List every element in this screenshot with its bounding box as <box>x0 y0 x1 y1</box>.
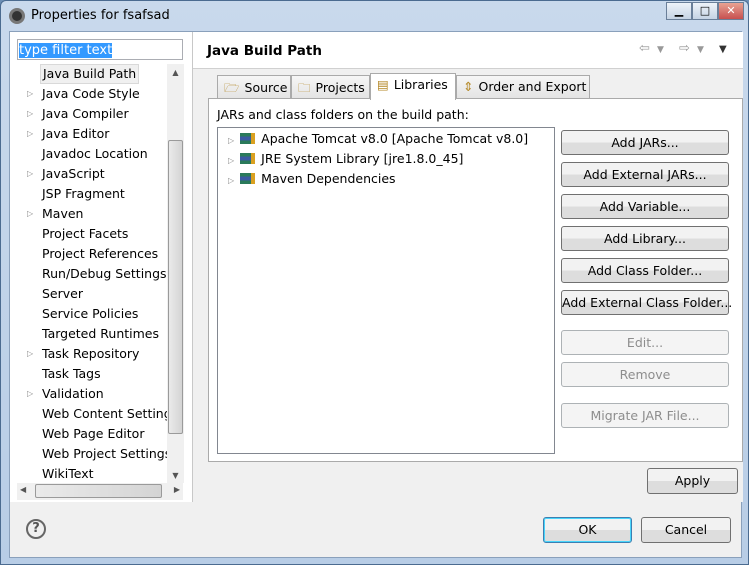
tab-order-and-export[interactable]: ⇕ Order and Export <box>456 75 590 99</box>
sidebar: type filter text Java Build Path ▷ Java Co… <box>10 32 192 502</box>
add-library-button[interactable]: Add Library... <box>561 226 729 251</box>
dialog-content: type filter text Java Build Path ▷ Java Co… <box>9 31 743 558</box>
edit-button[interactable]: Edit... <box>561 330 729 355</box>
remove-button[interactable]: Remove <box>561 362 729 387</box>
page-header: Java Build Path ⇦ ▼ ⇨ ▼ ▼ <box>193 32 743 69</box>
cancel-button[interactable]: Cancel <box>641 517 731 543</box>
sidebar-item[interactable]: Project References <box>40 244 160 264</box>
sidebar-item[interactable]: Server <box>40 284 85 304</box>
sidebar-item[interactable]: Java Code Style <box>40 84 142 104</box>
library-label: JRE System Library [jre1.8.0_45] <box>261 151 464 166</box>
scroll-down-icon[interactable]: ▼ <box>167 471 184 480</box>
expand-arrow-icon[interactable]: ▷ <box>27 164 33 184</box>
library-icon <box>240 173 256 184</box>
migrate-jar-file-button[interactable]: Migrate JAR File... <box>561 403 729 428</box>
library-entry[interactable]: ▷ JRE System Library [jre1.8.0_45] <box>228 149 463 169</box>
sidebar-item[interactable]: JSP Fragment <box>40 184 127 204</box>
tab-libraries[interactable]: ▤ Libraries <box>370 73 456 100</box>
source-folder-icon: 🗁 <box>224 80 240 95</box>
expand-arrow-icon[interactable]: ▷ <box>228 156 234 165</box>
library-icon: ▤ <box>377 77 389 92</box>
ok-button[interactable]: OK <box>543 517 632 543</box>
expand-arrow-icon[interactable]: ▷ <box>228 136 234 145</box>
page-area: Java Build Path ⇦ ▼ ⇨ ▼ ▼ 🗁 Source 🗀 Projec… <box>193 32 743 502</box>
library-entry[interactable]: ▷ Maven Dependencies <box>228 169 396 189</box>
view-menu-icon[interactable]: ▼ <box>719 44 727 55</box>
sidebar-item[interactable]: Web Page Editor <box>40 424 146 444</box>
expand-arrow-icon[interactable]: ▷ <box>27 384 33 404</box>
sidebar-item[interactable]: Web Content Settings <box>40 404 180 424</box>
build-path-list[interactable]: ▷ Apache Tomcat v8.0 [Apache Tomcat v8.0]… <box>217 127 555 454</box>
forward-menu-icon[interactable]: ▼ <box>697 45 704 55</box>
back-icon[interactable]: ⇦ <box>639 41 650 56</box>
page-title: Java Build Path <box>207 43 322 59</box>
sidebar-item[interactable]: Targeted Runtimes <box>40 324 161 344</box>
scroll-up-icon[interactable]: ▲ <box>167 68 184 77</box>
expand-arrow-icon[interactable]: ▷ <box>27 344 33 364</box>
scroll-right-icon[interactable]: ▶ <box>174 485 180 494</box>
properties-dialog: Properties for fsafsad ▁ □ ✕ type filter… <box>0 0 749 565</box>
add-class-folder-button[interactable]: Add Class Folder... <box>561 258 729 283</box>
sidebar-item[interactable]: Run/Debug Settings <box>40 264 169 284</box>
title-bar: Properties for fsafsad ▁ □ ✕ <box>1 1 748 31</box>
sidebar-item[interactable]: JavaScript <box>40 164 107 184</box>
back-menu-icon[interactable]: ▼ <box>657 45 664 55</box>
expand-arrow-icon[interactable]: ▷ <box>27 104 33 124</box>
library-label: Apache Tomcat v8.0 [Apache Tomcat v8.0] <box>261 131 529 146</box>
tab-source[interactable]: 🗁 Source <box>217 75 291 99</box>
minimize-button[interactable]: ▁ <box>666 2 692 20</box>
tab-label: Projects <box>315 80 365 95</box>
add-external-class-folder-button[interactable]: Add External Class Folder... <box>561 290 732 315</box>
gear-icon <box>9 8 25 24</box>
window-title: Properties for fsafsad <box>31 8 170 23</box>
library-icon <box>240 133 256 144</box>
folder-icon: 🗀 <box>298 80 311 95</box>
expand-arrow-icon[interactable]: ▷ <box>228 176 234 185</box>
library-icon <box>240 153 256 164</box>
tab-label: Libraries <box>393 77 448 92</box>
sidebar-item[interactable]: Service Policies <box>40 304 140 324</box>
sidebar-item[interactable]: Task Tags <box>40 364 103 384</box>
build-path-label: JARs and class folders on the build path… <box>217 107 469 122</box>
sidebar-item[interactable]: Java Build Path <box>40 64 140 84</box>
expand-arrow-icon[interactable]: ▷ <box>27 84 33 104</box>
maximize-button[interactable]: □ <box>692 2 718 20</box>
order-export-icon: ⇕ <box>463 79 474 94</box>
horizontal-scrollbar[interactable]: ◀ ▶ <box>17 483 183 500</box>
sidebar-item[interactable]: Validation <box>40 384 106 404</box>
add-variable-button[interactable]: Add Variable... <box>561 194 729 219</box>
expand-arrow-icon[interactable]: ▷ <box>27 124 33 144</box>
help-icon[interactable]: ? <box>26 519 46 539</box>
apply-button[interactable]: Apply <box>647 468 738 494</box>
sidebar-item[interactable]: Java Editor <box>40 124 111 144</box>
tab-projects[interactable]: 🗀 Projects <box>291 75 370 99</box>
vertical-scrollbar[interactable]: ▲ ▼ <box>167 64 184 483</box>
scroll-thumb[interactable] <box>168 140 183 434</box>
sidebar-item[interactable]: Maven <box>40 204 85 224</box>
expand-arrow-icon[interactable]: ▷ <box>27 204 33 224</box>
scroll-left-icon[interactable]: ◀ <box>20 485 26 494</box>
library-label: Maven Dependencies <box>261 171 396 186</box>
add-external-jars-button[interactable]: Add External JARs... <box>561 162 729 187</box>
tab-label: Order and Export <box>478 79 587 94</box>
tab-label: Source <box>244 80 288 95</box>
close-button[interactable]: ✕ <box>718 2 744 20</box>
sidebar-item[interactable]: Task Repository <box>40 344 141 364</box>
sidebar-item[interactable]: Java Compiler <box>40 104 131 124</box>
forward-icon[interactable]: ⇨ <box>679 41 690 56</box>
filter-input[interactable]: type filter text <box>17 39 183 60</box>
filter-text: type filter text <box>19 43 113 58</box>
sidebar-item[interactable]: Web Project Settings <box>40 444 173 464</box>
sidebar-item[interactable]: Project Facets <box>40 224 130 244</box>
library-entry[interactable]: ▷ Apache Tomcat v8.0 [Apache Tomcat v8.0] <box>228 129 528 149</box>
libraries-panel: JARs and class folders on the build path… <box>208 98 743 462</box>
hscroll-thumb[interactable] <box>35 484 162 498</box>
sidebar-item[interactable]: Javadoc Location <box>40 144 150 164</box>
add-jars-button[interactable]: Add JARs... <box>561 130 729 155</box>
sidebar-item[interactable]: WikiText <box>40 464 96 484</box>
